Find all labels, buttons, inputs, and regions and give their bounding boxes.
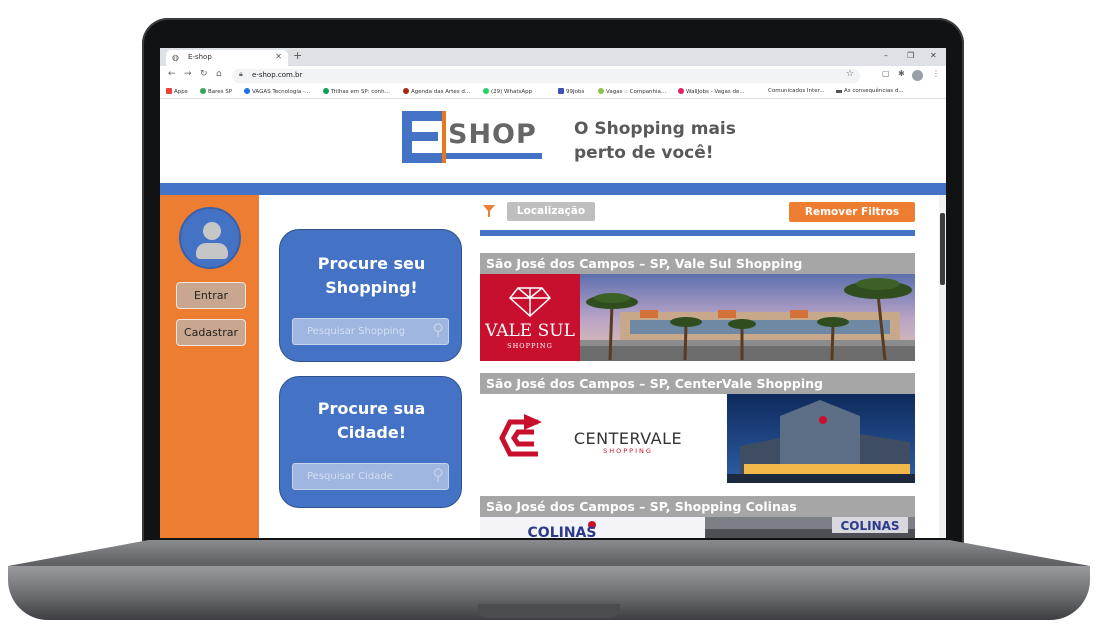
- results-divider: [480, 230, 915, 236]
- laptop-base: [8, 540, 1090, 620]
- search-city-input[interactable]: Pesquisar Cidade ⚲: [292, 463, 449, 490]
- header-stripe: [160, 183, 946, 195]
- bookmark-item[interactable]: Comunicados Inter...: [768, 88, 825, 94]
- remove-filters-button[interactable]: Remover Filtros: [789, 202, 915, 222]
- bookmark-item[interactable]: Bares SP: [200, 88, 232, 95]
- user-avatar-icon[interactable]: [179, 207, 241, 269]
- page-scrollbar[interactable]: [939, 195, 946, 538]
- search-city-title-2: Cidade!: [336, 423, 407, 442]
- search-shopping-card: Procure seu Shopping! Pesquisar Shopping…: [279, 229, 462, 362]
- slogan-line2: perto de você!: [574, 143, 714, 163]
- bookmark-item[interactable]: As consequências d...: [836, 88, 904, 94]
- mall-title-centervale[interactable]: São José dos Campos – SP, CenterVale Sho…: [480, 373, 915, 394]
- eshop-page: SHOP O Shopping mais perto de você! Entr…: [160, 99, 946, 538]
- slogan: O Shopping mais perto de você!: [574, 117, 736, 165]
- mall-image-centervale[interactable]: CENTERVALE SHOPPING: [480, 394, 915, 483]
- search-shopping-title-2: Shopping!: [325, 278, 418, 297]
- colinas-sign-text: COLINAS: [840, 519, 899, 533]
- mall-image-colinas[interactable]: COLINAS COLINAS: [480, 517, 915, 538]
- search-shopping-input[interactable]: Pesquisar Shopping ⚲: [292, 318, 449, 345]
- screen: ◍ E-shop ✕ + – ❐ ✕ ← → ↻ ⌂ 🔒︎ e-shop.com…: [160, 48, 946, 538]
- site-header: SHOP O Shopping mais perto de você!: [160, 99, 946, 183]
- logo-e-bar: [412, 132, 438, 141]
- bookmark-item[interactable]: Apps: [166, 88, 188, 95]
- search-shopping-placeholder: Pesquisar Shopping: [307, 326, 406, 337]
- minimize-icon[interactable]: –: [884, 51, 888, 60]
- menu-icon[interactable]: ⋮: [932, 69, 940, 78]
- mall-title-colinas[interactable]: São José dos Campos – SP, Shopping Colin…: [480, 496, 915, 517]
- extension-icon[interactable]: ▢: [882, 69, 890, 78]
- back-icon[interactable]: ←: [168, 69, 176, 79]
- bookmark-item[interactable]: Trilhas em SP: conh...: [323, 88, 390, 95]
- valesul-brand-sub: SHOPPING: [507, 342, 553, 350]
- lid-notch: [478, 604, 620, 618]
- apps-icon: [166, 88, 172, 94]
- puzzle-icon[interactable]: ✱: [898, 69, 905, 78]
- reload-icon[interactable]: ↻: [200, 69, 208, 79]
- bookmarks-bar: Apps Bares SP VAGAS Tecnologia -... Tril…: [160, 86, 946, 99]
- laptop-mockup: ◍ E-shop ✕ + – ❐ ✕ ← → ↻ ⌂ 🔒︎ e-shop.com…: [0, 0, 1098, 640]
- lock-icon: 🔒︎: [239, 70, 243, 78]
- tab-title: E-shop: [188, 53, 212, 61]
- browser-tab[interactable]: ◍ E-shop ✕: [166, 50, 288, 66]
- slogan-line1: O Shopping mais: [574, 119, 736, 139]
- url-text: e-shop.com.br: [252, 71, 303, 79]
- close-window-icon[interactable]: ✕: [930, 51, 937, 60]
- close-tab-icon[interactable]: ✕: [275, 52, 282, 61]
- colinas-brand-text: COLINAS: [528, 525, 597, 538]
- login-button[interactable]: Entrar: [176, 282, 246, 309]
- profile-icon[interactable]: [912, 70, 923, 81]
- search-icon[interactable]: ⚲: [432, 465, 444, 484]
- browser-tabbar: ◍ E-shop ✕ + – ❐ ✕: [160, 48, 946, 66]
- home-icon[interactable]: ⌂: [216, 69, 222, 79]
- star-icon[interactable]: ☆: [846, 69, 854, 79]
- new-tab-icon[interactable]: +: [293, 49, 302, 62]
- search-city-title-1: Procure sua: [317, 399, 426, 418]
- mall-title-valesul[interactable]: São José dos Campos – SP, Vale Sul Shopp…: [480, 253, 915, 274]
- mall-image-valesul[interactable]: VALE SUL SHOPPING: [480, 274, 915, 361]
- search-icon[interactable]: ⚲: [432, 320, 444, 339]
- address-bar[interactable]: 🔒︎ e-shop.com.br ☆: [232, 69, 860, 83]
- centervale-brand-text: CENTERVALE: [574, 429, 682, 448]
- globe-icon: ◍: [172, 53, 179, 62]
- bookmark-item[interactable]: (29) WhatsApp: [483, 88, 532, 95]
- sidebar: Entrar Cadastrar: [160, 195, 259, 538]
- logo-underline: [446, 153, 542, 159]
- register-button[interactable]: Cadastrar: [176, 319, 246, 346]
- bookmark-item[interactable]: 99Jobs: [558, 88, 584, 95]
- bookmark-item[interactable]: WallJobs - Vagas de...: [678, 88, 745, 95]
- logo-text: SHOP: [448, 119, 537, 150]
- filter-icon[interactable]: [482, 204, 496, 218]
- bookmark-item[interactable]: Agenda das Artes d...: [403, 88, 470, 95]
- restore-icon[interactable]: ❐: [907, 51, 914, 60]
- bookmark-item[interactable]: VAGAS Tecnologia -...: [244, 88, 310, 95]
- keyboard-deck: [8, 540, 1090, 566]
- bookmark-item[interactable]: Vagas :: Companhia...: [598, 88, 666, 95]
- location-filter-chip[interactable]: Localização: [507, 202, 595, 221]
- search-city-card: Procure sua Cidade! Pesquisar Cidade ⚲: [279, 376, 462, 508]
- search-shopping-title-1: Procure seu: [317, 254, 426, 273]
- search-city-placeholder: Pesquisar Cidade: [307, 471, 393, 482]
- valesul-brand-text: VALE SUL: [484, 321, 575, 341]
- scrollbar-thumb[interactable]: [940, 213, 945, 285]
- eshop-logo[interactable]: SHOP: [402, 111, 542, 165]
- centervale-brand-sub: SHOPPING: [603, 447, 653, 455]
- forward-icon[interactable]: →: [184, 69, 192, 79]
- browser-toolbar: ← → ↻ ⌂ 🔒︎ e-shop.com.br ☆ ▢ ✱ ⋮: [160, 66, 946, 86]
